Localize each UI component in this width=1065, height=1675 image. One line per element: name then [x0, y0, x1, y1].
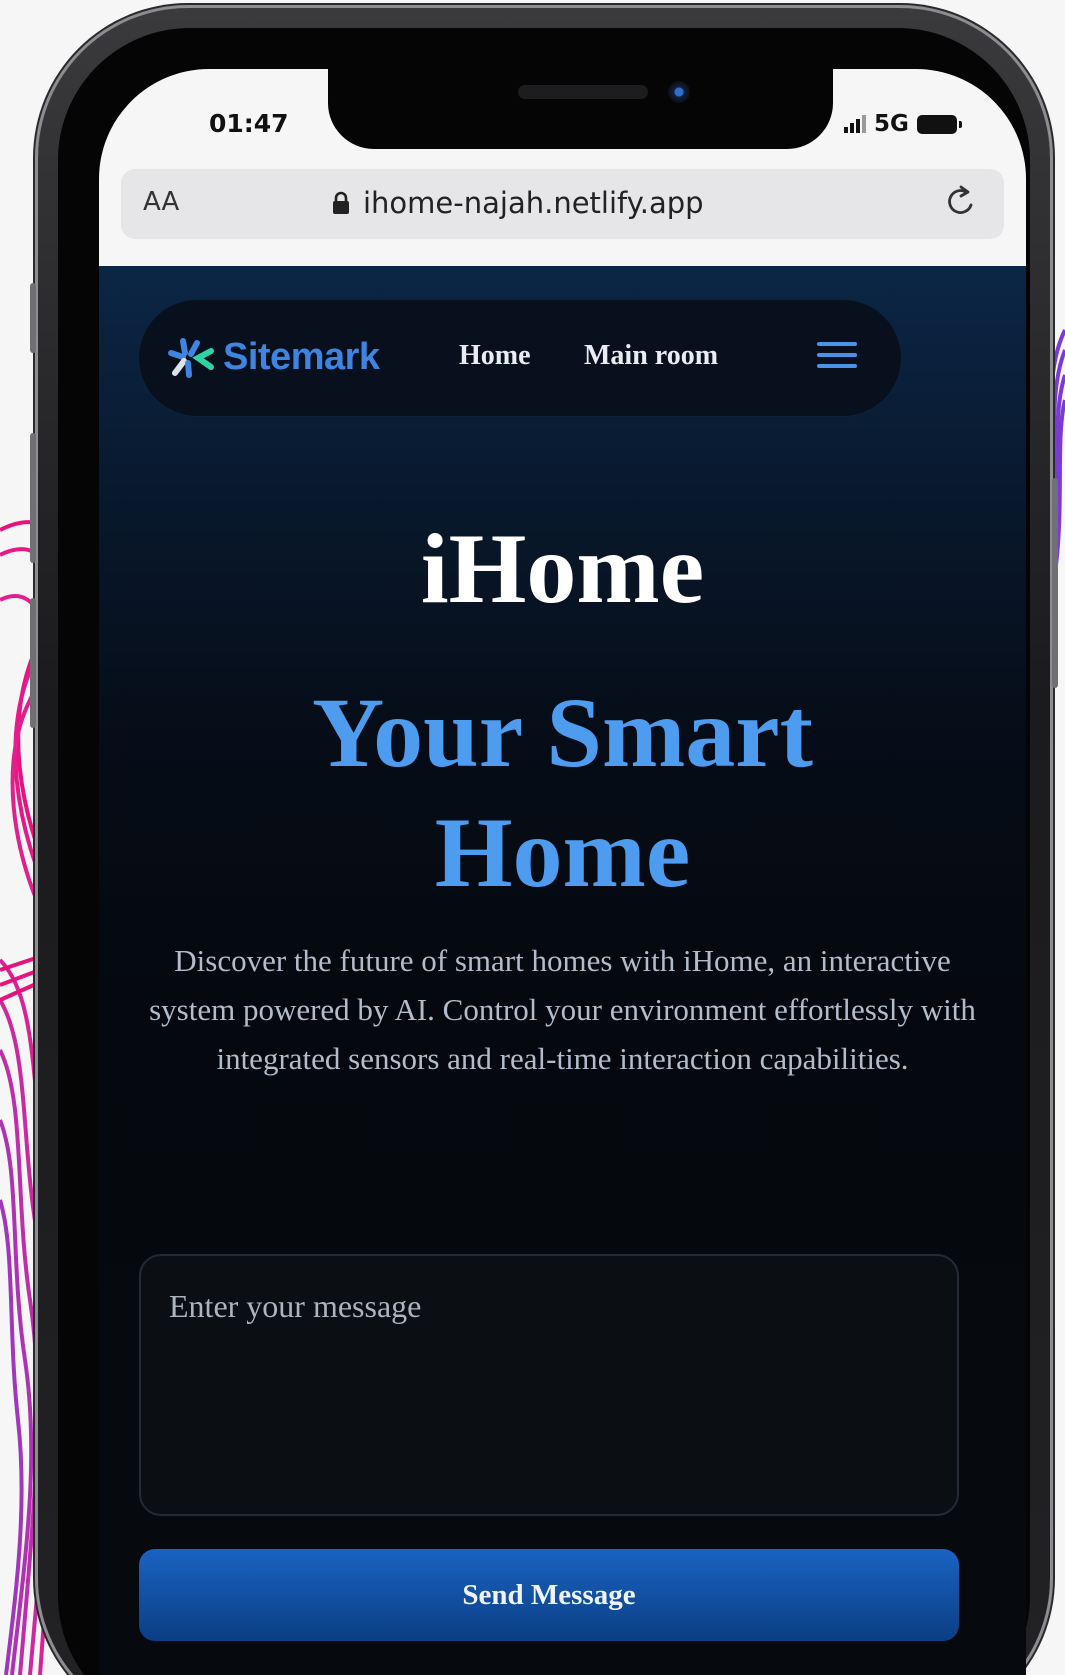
- signal-icon: [844, 115, 866, 133]
- volume-up-button: [30, 433, 36, 563]
- brand-logo[interactable]: Sitemark: [167, 336, 380, 379]
- sitemark-logo-icon: [168, 337, 214, 378]
- phone-frame: 01:47 5G AA ihome-najah.netlify.app Site…: [30, 8, 1058, 1675]
- nav-link-home[interactable]: Home: [459, 340, 531, 372]
- notch: [328, 69, 833, 149]
- message-input[interactable]: [139, 1254, 959, 1516]
- lock-icon: [333, 191, 349, 214]
- status-time: 01:47: [209, 109, 289, 138]
- power-button: [1052, 478, 1058, 688]
- volume-down-button: [30, 598, 36, 728]
- battery-icon: [916, 114, 962, 134]
- hamburger-icon[interactable]: [817, 342, 857, 372]
- brand-name: Sitemark: [223, 336, 380, 378]
- nav-link-main-room[interactable]: Main room: [584, 340, 718, 372]
- text-size-button[interactable]: AA: [143, 187, 179, 217]
- website-content: Sitemark Home Main room iHome Your Smart…: [99, 266, 1026, 1675]
- silent-switch: [30, 283, 36, 353]
- front-camera: [668, 81, 690, 103]
- browser-toolbar: AA ihome-najah.netlify.app: [99, 169, 1026, 266]
- address-bar[interactable]: AA ihome-najah.netlify.app: [121, 169, 1004, 239]
- hero-title: iHome: [420, 513, 705, 624]
- site-navbar: Sitemark Home Main room: [139, 300, 901, 416]
- network-type: 5G: [874, 111, 909, 137]
- url-display[interactable]: ihome-najah.netlify.app: [331, 186, 704, 220]
- send-message-button[interactable]: Send Message: [139, 1549, 959, 1641]
- hero-subtitle: Your Smart Home: [312, 677, 813, 908]
- speaker-grille: [518, 85, 648, 99]
- phone-screen: 01:47 5G AA ihome-najah.netlify.app Site…: [99, 69, 1026, 1675]
- hero-description: Discover the future of smart homes with …: [149, 943, 976, 1076]
- reload-icon[interactable]: [941, 183, 981, 223]
- url-text: ihome-najah.netlify.app: [363, 186, 704, 220]
- status-indicators: 5G: [844, 111, 962, 137]
